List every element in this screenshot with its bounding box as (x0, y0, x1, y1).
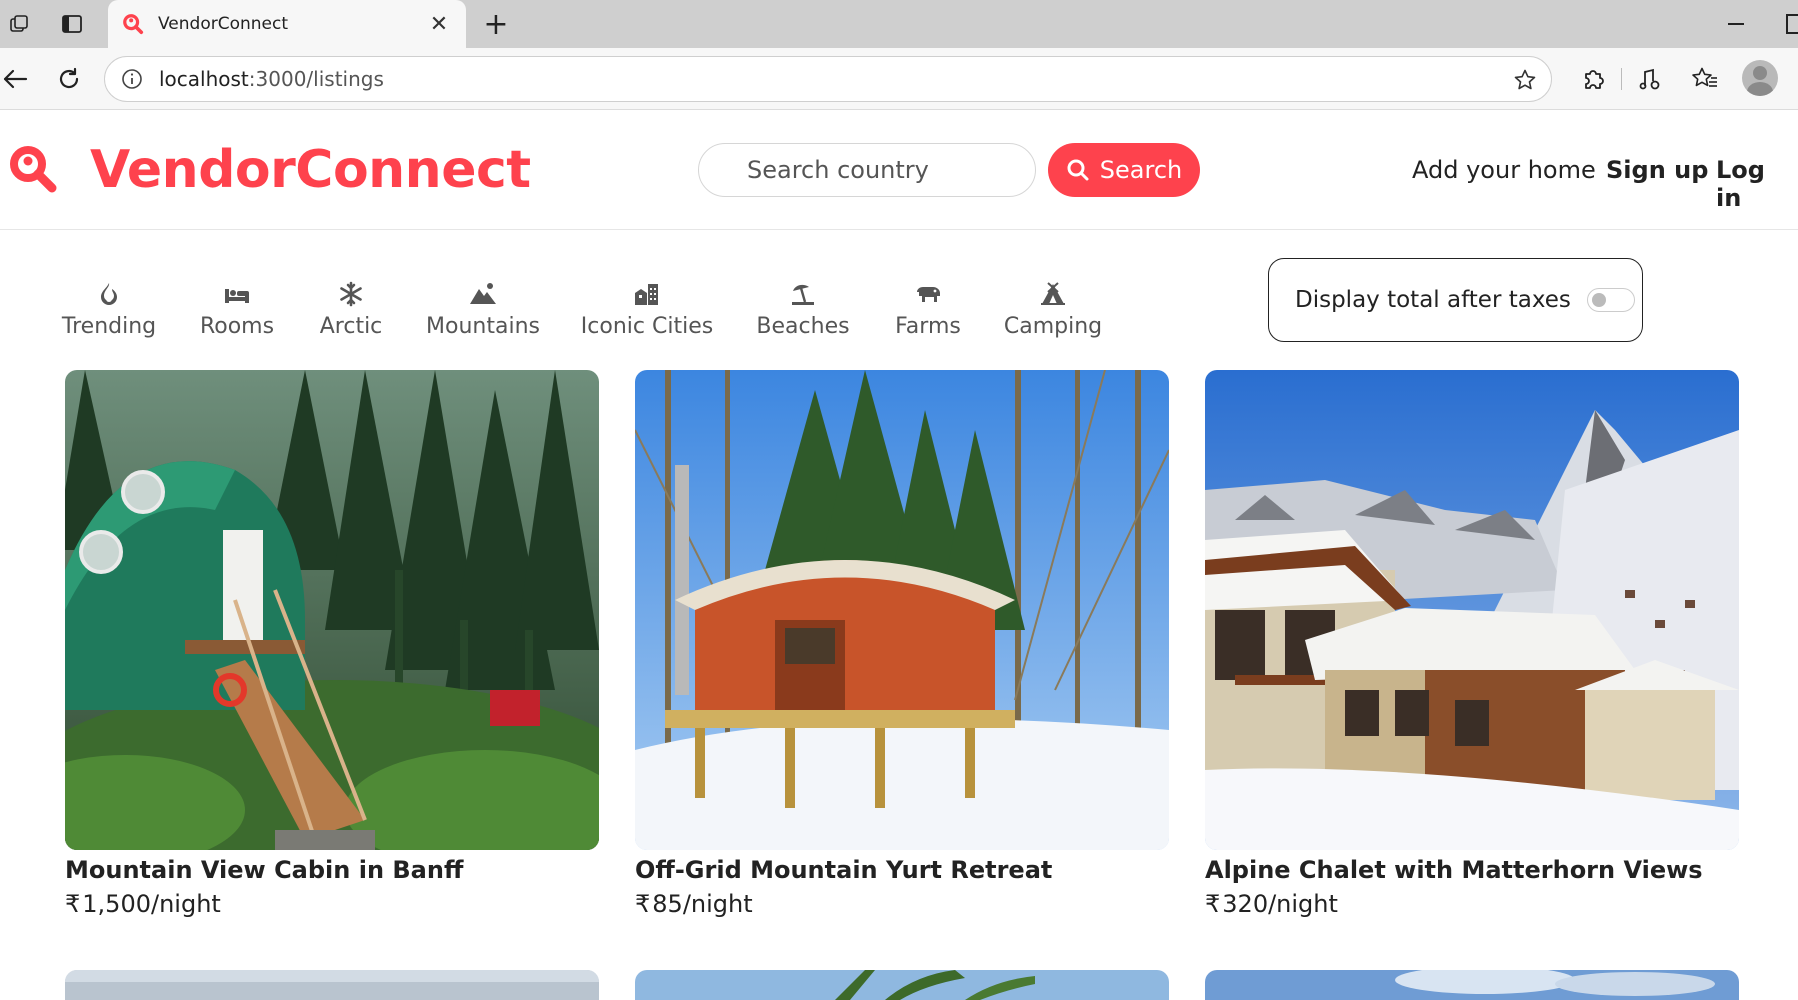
mountain-icon (470, 283, 496, 304)
extensions-icon[interactable] (1576, 62, 1610, 96)
filter-trending[interactable]: Trending (61, 280, 157, 339)
filter-arctic[interactable]: Arctic (320, 280, 382, 339)
tab-title: VendorConnect (158, 14, 289, 34)
bed-icon (225, 289, 249, 303)
currency-symbol: ₹ (1205, 890, 1221, 918)
filter-label: Arctic (319, 314, 383, 339)
back-icon[interactable] (0, 62, 30, 96)
minimize-icon[interactable] (1716, 8, 1756, 40)
filter-beaches[interactable]: Beaches (756, 280, 850, 339)
listing-image-peek[interactable] (1205, 970, 1739, 1000)
search-button-label: Search (1099, 156, 1183, 184)
add-your-home-link[interactable]: Add your home (1412, 156, 1596, 184)
price-unit: /night (1268, 890, 1338, 918)
listing-card[interactable]: Alpine Chalet with Matterhorn Views ₹320… (1205, 370, 1739, 918)
price-value: 320 (1222, 890, 1269, 918)
tax-toggle-label: Display total after taxes (1295, 287, 1571, 313)
favorite-star-icon[interactable] (1513, 68, 1537, 92)
site-navbar: VendorConnect Search Add your home Sign … (0, 110, 1798, 230)
sign-up-link[interactable]: Sign up (1606, 156, 1708, 184)
price-value: 1,500 (82, 890, 151, 918)
browser-tab-bar: VendorConnect ✕ + (0, 0, 1798, 48)
cow-icon (917, 287, 940, 302)
search-button[interactable]: Search (1048, 143, 1200, 197)
reload-icon[interactable] (52, 62, 86, 96)
currency-symbol: ₹ (65, 890, 81, 918)
filter-label: Camping (1003, 314, 1103, 339)
listing-image[interactable] (635, 370, 1169, 850)
listing-price: ₹320/night (1205, 890, 1739, 918)
filter-label: Rooms (199, 314, 275, 339)
tab-actions-icon[interactable] (58, 10, 86, 38)
umbrella-beach-icon (792, 284, 814, 305)
listing-card[interactable]: Off-Grid Mountain Yurt Retreat ₹85/night (635, 370, 1169, 918)
favorites-icon[interactable] (1688, 62, 1722, 96)
price-value: 85 (652, 890, 683, 918)
brand-logo-icon[interactable] (8, 144, 58, 194)
filter-label: Beaches (756, 314, 850, 339)
info-icon[interactable] (121, 68, 143, 90)
media-icon[interactable] (1634, 62, 1668, 96)
listing-price: ₹1,500/night (65, 890, 599, 918)
filter-mountains[interactable]: Mountains (426, 280, 540, 339)
workspaces-icon[interactable] (6, 10, 34, 38)
listing-image[interactable] (65, 370, 599, 850)
search-icon (1067, 159, 1089, 181)
filter-farms[interactable]: Farms (895, 280, 961, 339)
brand-name[interactable]: VendorConnect (90, 140, 531, 200)
listing-title[interactable]: Off-Grid Mountain Yurt Retreat (635, 856, 1169, 884)
city-icon (635, 284, 658, 305)
address-bar-row: localhost:3000/listings (0, 48, 1798, 110)
listing-image-peek[interactable] (65, 970, 599, 1000)
toolbar-divider (1621, 68, 1622, 90)
campground-icon (1041, 282, 1065, 305)
filter-label: Mountains (426, 314, 540, 339)
filter-label: Iconic Cities (580, 314, 714, 339)
filter-label: Farms (895, 314, 961, 339)
listing-title[interactable]: Alpine Chalet with Matterhorn Views (1205, 856, 1739, 884)
snowflake-icon (340, 281, 362, 307)
currency-symbol: ₹ (635, 890, 651, 918)
url-host: localhost (159, 67, 249, 91)
new-tab-icon[interactable]: + (478, 6, 514, 42)
search-input[interactable] (698, 143, 1036, 197)
profile-avatar[interactable] (1742, 60, 1778, 96)
fire-icon (101, 283, 117, 305)
url-text: localhost:3000/listings (159, 67, 384, 91)
active-tab[interactable]: VendorConnect ✕ (108, 0, 466, 48)
listing-title[interactable]: Mountain View Cabin in Banff (65, 856, 599, 884)
filter-iconic-cities[interactable]: Iconic Cities (580, 280, 714, 339)
tax-toggle-switch[interactable] (1586, 288, 1635, 312)
listing-card[interactable]: Mountain View Cabin in Banff ₹1,500/nigh… (65, 370, 599, 918)
listing-image-peek[interactable] (635, 970, 1169, 1000)
log-in-link[interactable]: Log in (1716, 156, 1798, 212)
url-field[interactable]: localhost:3000/listings (104, 56, 1552, 102)
url-path: :3000/listings (248, 67, 384, 91)
price-unit: /night (151, 890, 221, 918)
close-tab-icon[interactable]: ✕ (426, 12, 452, 37)
filter-camping[interactable]: Camping (1004, 280, 1102, 339)
listing-price: ₹85/night (635, 890, 1169, 918)
listing-image[interactable] (1205, 370, 1739, 850)
favicon-icon (123, 14, 144, 35)
maximize-icon[interactable] (1786, 14, 1798, 34)
filter-label: Trending (61, 314, 157, 339)
tax-toggle-box[interactable]: Display total after taxes (1268, 258, 1643, 342)
price-unit: /night (682, 890, 753, 918)
filter-rooms[interactable]: Rooms (200, 280, 274, 339)
